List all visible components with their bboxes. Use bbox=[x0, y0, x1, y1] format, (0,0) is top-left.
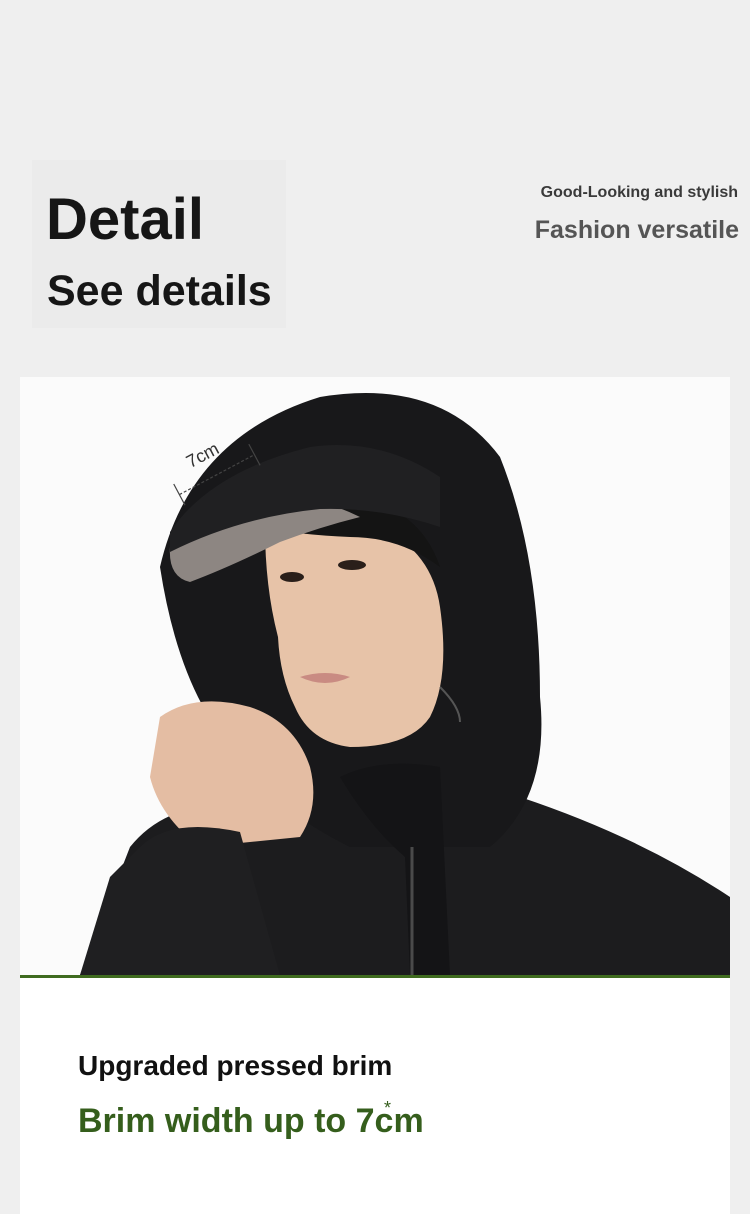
tagline-small: Good-Looking and stylish bbox=[540, 184, 738, 201]
product-photo: 7cm bbox=[20, 377, 730, 975]
tagline-big: Fashion versatile bbox=[534, 216, 739, 244]
caption-card: Upgraded pressed brim Brim width up to 7… bbox=[20, 978, 730, 1214]
sparkle-icon: * bbox=[384, 1098, 392, 1118]
caption-headline: Upgraded pressed brim bbox=[78, 1050, 393, 1081]
product-illustration: 7cm bbox=[20, 377, 730, 975]
page-subtitle: See details bbox=[47, 267, 272, 315]
page-title: Detail bbox=[46, 187, 204, 252]
caption-detail: Brim width up to 7cm bbox=[78, 1102, 424, 1140]
